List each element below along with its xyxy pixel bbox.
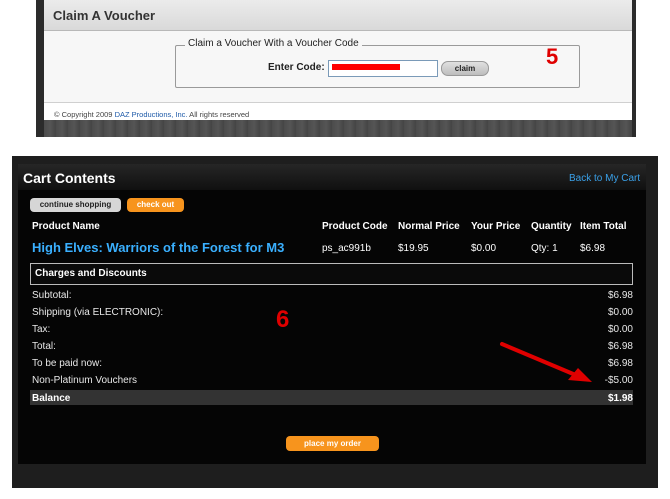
column-header-normal-price: Normal Price xyxy=(398,221,460,232)
product-name-link[interactable]: High Elves: Warriors of the Forest for M… xyxy=(32,240,284,255)
annotation-number: 5 xyxy=(546,44,559,69)
item-total: $6.98 xyxy=(580,243,606,254)
annotation-arrow-icon xyxy=(500,342,592,382)
charges-title: Charges and Discounts xyxy=(35,268,147,279)
column-header-product-code: Product Code xyxy=(322,221,388,232)
background-strip xyxy=(44,120,632,137)
summary-value-tax: $0.00 xyxy=(607,324,633,335)
copyright-link[interactable]: DAZ Productions, Inc. xyxy=(115,110,188,119)
copyright-text: © Copyright 2009 DAZ Productions, Inc. A… xyxy=(54,110,249,119)
voucher-title-bar: Claim A Voucher xyxy=(44,0,632,31)
column-header-item-total: Item Total xyxy=(580,221,627,232)
summary-value-shipping: $0.00 xyxy=(607,307,633,318)
checkout-button[interactable]: check out xyxy=(127,198,184,212)
continue-shopping-button[interactable]: continue shopping xyxy=(30,198,121,212)
copyright-prefix: © Copyright 2009 xyxy=(54,110,115,119)
panel-border-left xyxy=(36,0,44,137)
summary-label-shipping: Shipping (via ELECTRONIC): xyxy=(32,307,164,318)
panel-border-right xyxy=(632,0,636,137)
place-order-button[interactable]: place my order xyxy=(286,436,379,451)
summary-value-paid-now: $6.98 xyxy=(607,358,633,369)
summary-value-vouchers: -$5.00 xyxy=(604,375,633,386)
annotation-number: 6 xyxy=(276,306,290,333)
summary-label-vouchers: Non-Platinum Vouchers xyxy=(32,375,138,386)
normal-price: $19.95 xyxy=(398,243,429,254)
balance-label: Balance xyxy=(32,393,71,404)
summary-value-subtotal: $6.98 xyxy=(607,290,633,301)
enter-code-label: Enter Code: xyxy=(268,62,325,73)
copyright-suffix: All rights reserved xyxy=(187,110,250,119)
voucher-title: Claim A Voucher xyxy=(53,8,156,23)
back-to-cart-link[interactable]: Back to My Cart xyxy=(569,173,640,184)
claim-button[interactable]: claim xyxy=(441,61,489,76)
column-header-quantity: Quantity xyxy=(531,221,572,232)
voucher-legend: Claim a Voucher With a Voucher Code xyxy=(185,38,362,49)
quantity: Qty: 1 xyxy=(531,243,558,254)
summary-label-subtotal: Subtotal: xyxy=(32,290,72,301)
product-code: ps_ac991b xyxy=(322,243,371,254)
cart-title: Cart Contents xyxy=(23,170,116,186)
summary-label-tax: Tax: xyxy=(32,324,51,335)
your-price: $0.00 xyxy=(471,243,497,254)
balance-row xyxy=(30,390,633,405)
summary-label-paid-now: To be paid now: xyxy=(32,358,103,369)
balance-value: $1.98 xyxy=(607,393,633,404)
redaction-mark xyxy=(332,64,400,70)
column-header-product-name: Product Name xyxy=(32,221,100,232)
summary-label-total: Total: xyxy=(32,341,56,352)
summary-value-total: $6.98 xyxy=(607,341,633,352)
column-header-your-price: Your Price xyxy=(471,221,521,232)
